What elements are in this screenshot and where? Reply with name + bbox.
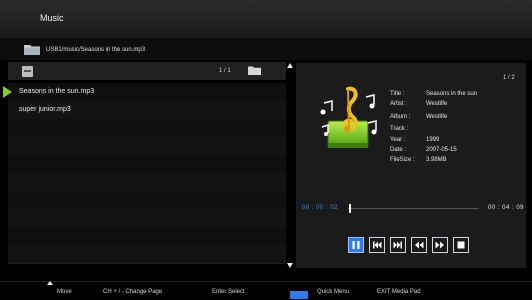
meta-value-album: Westlife bbox=[426, 114, 448, 120]
header-bar bbox=[0, 0, 532, 39]
blue-key-icon bbox=[290, 291, 308, 299]
file-list-header bbox=[8, 62, 286, 80]
info-page-indicator: 1 / 2 bbox=[503, 75, 515, 81]
list-scrollbar[interactable] bbox=[287, 64, 293, 270]
meta-label-year: Year : bbox=[390, 137, 406, 143]
file-name: Seasons in the sun.mp3 bbox=[19, 88, 95, 95]
list-item[interactable]: super junior.mp3 bbox=[8, 101, 286, 120]
folder-icon bbox=[24, 45, 40, 55]
list-item-empty bbox=[8, 173, 286, 192]
music-note-icon bbox=[320, 86, 377, 148]
progress-bar[interactable] bbox=[348, 208, 479, 209]
footer-exit: EXIT Media Pad bbox=[377, 289, 421, 295]
parent-directory-icon[interactable] bbox=[22, 66, 33, 77]
current-time: 00 : 00 : 02 bbox=[302, 205, 339, 211]
rewind-icon bbox=[415, 241, 424, 249]
scroll-down-icon[interactable] bbox=[287, 263, 293, 268]
footer-select: Enter Select bbox=[212, 289, 245, 295]
next-track-icon bbox=[393, 241, 402, 249]
meta-label-title: Title : bbox=[390, 91, 405, 97]
meta-value-title: Seasons in the sun bbox=[426, 91, 478, 97]
footer-move: Move bbox=[57, 289, 72, 295]
file-name: super junior.mp3 bbox=[19, 106, 71, 113]
current-path: USB1/music/Seasons in the sun.mp3 bbox=[46, 47, 146, 53]
list-item-empty bbox=[8, 209, 286, 228]
meta-value-filesize: 3.98MB bbox=[426, 157, 447, 163]
meta-label-filesize: FileSize : bbox=[390, 157, 415, 163]
list-page-indicator: 1 / 1 bbox=[219, 68, 231, 74]
rewind-button[interactable] bbox=[411, 237, 427, 253]
progress-knob[interactable] bbox=[349, 204, 352, 213]
pause-button[interactable] bbox=[348, 237, 364, 253]
now-playing-icon bbox=[3, 86, 12, 98]
list-item-empty bbox=[8, 155, 286, 174]
scroll-up-icon[interactable] bbox=[287, 63, 293, 68]
fast-forward-icon bbox=[435, 241, 444, 249]
list-item-empty bbox=[8, 137, 286, 156]
stop-icon bbox=[457, 241, 465, 249]
footer-change-page: CH + / - Change Page bbox=[103, 289, 163, 295]
footer-quick-menu: Quick Menu bbox=[317, 289, 350, 295]
meta-value-date: 2007-05-15 bbox=[426, 147, 457, 153]
meta-label-date: Date : bbox=[390, 147, 407, 153]
file-list: Seasons in the sun.mp3 super junior.mp3 bbox=[3, 83, 286, 264]
stop-button[interactable] bbox=[453, 237, 469, 253]
fast-forward-button[interactable] bbox=[432, 237, 448, 253]
folder-icon[interactable] bbox=[248, 65, 261, 75]
list-item-empty bbox=[8, 227, 286, 246]
navigation-arrows-icon bbox=[47, 281, 53, 285]
app-title: Music bbox=[40, 13, 64, 23]
meta-label-track: Track : bbox=[390, 126, 409, 132]
meta-label-artist: Artist : bbox=[390, 101, 408, 107]
next-track-button[interactable] bbox=[390, 237, 406, 253]
previous-track-button[interactable] bbox=[369, 237, 385, 253]
footer-help-bar bbox=[0, 281, 532, 300]
list-item-empty bbox=[8, 119, 286, 138]
total-time: 00 : 04 : 09 bbox=[488, 205, 525, 211]
list-item[interactable]: Seasons in the sun.mp3 bbox=[3, 83, 286, 102]
pause-icon bbox=[352, 241, 360, 249]
meta-value-year: 1999 bbox=[426, 137, 440, 143]
list-item-empty bbox=[8, 245, 286, 264]
list-item-empty bbox=[8, 191, 286, 210]
meta-label-album: Album : bbox=[390, 114, 411, 120]
meta-value-artist: Westlife bbox=[426, 101, 448, 107]
previous-track-icon bbox=[373, 241, 382, 249]
